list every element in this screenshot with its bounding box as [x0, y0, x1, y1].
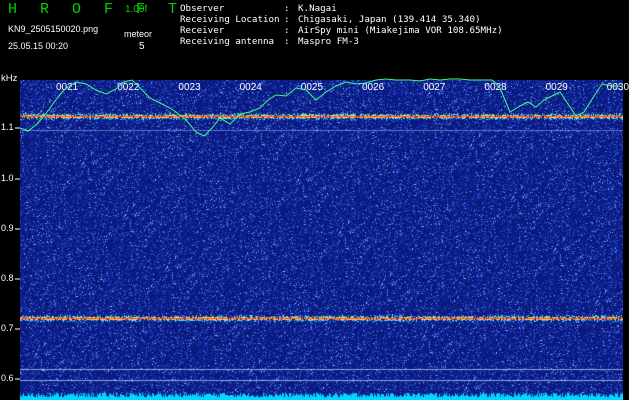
y-tick-label: 0.7	[1, 323, 14, 333]
y-axis-ticks	[15, 127, 20, 380]
time-label: 0029	[546, 82, 569, 93]
y-tick-label: 1.0	[1, 173, 14, 183]
time-label: 0022	[117, 82, 140, 93]
time-label: 0027	[423, 82, 446, 93]
y-tick-label: 1.1	[1, 122, 14, 132]
time-label: 0026	[362, 82, 385, 93]
time-label: 0024	[240, 82, 263, 93]
time-label: 0023	[178, 82, 201, 93]
plot-overlay: 0021 0022 0023 0024 0025 0026 0027 0028 0029 0030	[15, 78, 629, 380]
time-label: 0030	[607, 82, 629, 93]
time-label: 0025	[301, 82, 324, 93]
y-tick-label: 0.6	[1, 373, 14, 383]
y-tick-label: 0.8	[1, 273, 14, 283]
y-tick-label: 0.9	[1, 223, 14, 233]
